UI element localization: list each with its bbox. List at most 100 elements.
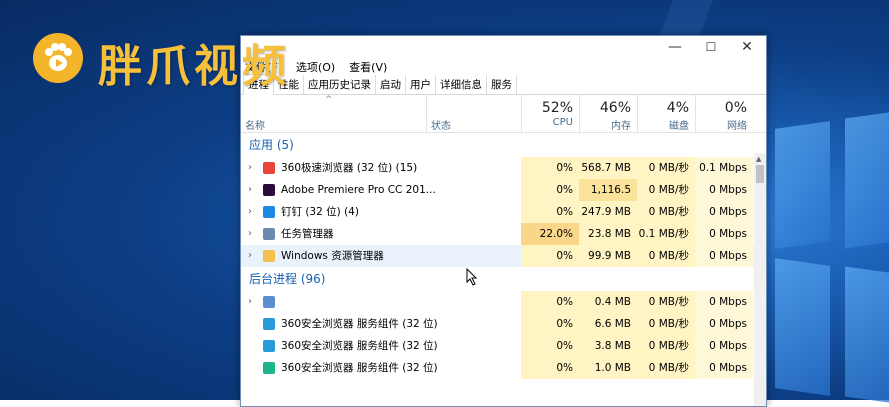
column-name[interactable]: 名称	[241, 95, 427, 132]
cpu-value: 0%	[521, 291, 579, 313]
memory-value: 23.8 MB	[579, 223, 637, 245]
process-name: 360安全浏览器 服务组件 (32 位)	[281, 362, 438, 374]
group-background-label: 后台进程 (96)	[249, 272, 326, 286]
process-name-cell: ›	[241, 291, 521, 313]
expand-chevron-icon[interactable]: ›	[248, 223, 252, 245]
column-network[interactable]: 0% 网络	[695, 95, 753, 132]
task-manager-icon	[263, 228, 275, 240]
memory-value: 0.4 MB	[579, 291, 637, 313]
process-row[interactable]: › Windows 资源管理器 0% 99.9 MB 0 MB/秒 0 Mbps	[241, 245, 766, 267]
tab-app-history[interactable]: 应用历史记录	[304, 75, 376, 94]
disk-value: 0 MB/秒	[637, 179, 695, 201]
process-row[interactable]: › 钉钉 (32 位) (4) 0% 247.9 MB 0 MB/秒 0 Mbps	[241, 201, 766, 223]
dingtalk-icon	[263, 206, 275, 218]
scroll-thumb[interactable]	[756, 165, 764, 183]
memory-value: 1.0 MB	[579, 357, 637, 379]
tab-bar: 进程 性能 应用历史记录 启动 用户 详细信息 服务	[241, 74, 766, 95]
tab-startup[interactable]: 启动	[376, 75, 406, 94]
process-row[interactable]: 360安全浏览器 服务组件 (32 位) 0% 1.0 MB 0 MB/秒 0 Mbps	[241, 357, 766, 379]
process-row[interactable]: › 360极速浏览器 (32 位) (15) 0% 568.7 MB 0 MB/秒 0.1…	[241, 157, 766, 179]
group-apps[interactable]: 应用 (5)	[241, 133, 766, 157]
process-row[interactable]: 360安全浏览器 服务组件 (32 位) 0% 3.8 MB 0 MB/秒 0 Mbps	[241, 335, 766, 357]
windows-logo-pane	[845, 266, 889, 404]
column-header: ^ 名称 状态 52% CPU 46% 内存 4% 磁盘 0% 网络	[241, 95, 766, 133]
column-status[interactable]: 状态	[426, 95, 522, 132]
cpu-value: 0%	[521, 179, 579, 201]
cpu-value: 22.0%	[521, 223, 579, 245]
disk-value: 0 MB/秒	[637, 357, 695, 379]
mouse-cursor-icon	[466, 268, 478, 286]
disk-value: 0 MB/秒	[637, 201, 695, 223]
cpu-value: 0%	[521, 157, 579, 179]
process-name-cell: › Windows 资源管理器	[241, 245, 521, 267]
network-value: 0 Mbps	[695, 335, 753, 357]
memory-value: 6.6 MB	[579, 313, 637, 335]
process-name: 任务管理器	[281, 228, 334, 240]
process-list: 应用 (5) › 360极速浏览器 (32 位) (15) 0% 568.7 MB 0 …	[241, 133, 766, 379]
network-value: 0 Mbps	[695, 223, 753, 245]
maximize-button[interactable]: ☐	[693, 36, 729, 58]
process-name: 360安全浏览器 服务组件 (32 位)	[281, 340, 438, 352]
minimize-button[interactable]: —	[657, 36, 693, 58]
cpu-total: 52%	[541, 100, 573, 116]
memory-value: 99.9 MB	[579, 245, 637, 267]
cpu-label: CPU	[552, 117, 573, 128]
column-disk[interactable]: 4% 磁盘	[637, 95, 696, 132]
expand-chevron-icon[interactable]: ›	[248, 245, 252, 267]
expand-chevron-icon[interactable]: ›	[248, 157, 252, 179]
task-manager-window: — ☐ ✕ 文件(F) 选项(O) 查看(V) 进程 性能 应用历史记录 启动 …	[240, 35, 767, 407]
process-name: 360安全浏览器 服务组件 (32 位)	[281, 318, 438, 330]
premiere-icon	[263, 184, 275, 196]
cpu-value: 0%	[521, 245, 579, 267]
memory-value: 247.9 MB	[579, 201, 637, 223]
tab-details[interactable]: 详细信息	[436, 75, 487, 94]
expand-chevron-icon[interactable]: ›	[248, 291, 252, 313]
menu-options[interactable]: 选项(O)	[296, 59, 335, 75]
vertical-scrollbar[interactable]: ▲	[754, 153, 766, 406]
memory-value: 568.7 MB	[579, 157, 637, 179]
360-safe-icon	[263, 362, 275, 374]
network-label: 网络	[727, 121, 747, 132]
process-row[interactable]: › 任务管理器 22.0% 23.8 MB 0.1 MB/秒 0 Mbps	[241, 223, 766, 245]
tab-services[interactable]: 服务	[487, 75, 517, 94]
process-name-cell: 360安全浏览器 服务组件 (32 位)	[241, 313, 521, 335]
windows-logo-pane	[775, 258, 830, 396]
menu-view[interactable]: 查看(V)	[349, 59, 387, 75]
process-name-cell: 360安全浏览器 服务组件 (32 位)	[241, 335, 521, 357]
process-row[interactable]: › Adobe Premiere Pro CC 201... 0%1,116.5 .…	[241, 179, 766, 218]
process-name-cell: › 任务管理器	[241, 223, 521, 245]
cpu-value: 0%	[521, 335, 579, 357]
brand-watermark: 胖爪视频	[98, 41, 290, 92]
expand-chevron-icon[interactable]: ›	[248, 179, 252, 201]
process-name: 钉钉 (32 位) (4)	[281, 206, 359, 218]
title-bar[interactable]: — ☐ ✕	[241, 36, 766, 58]
close-button[interactable]: ✕	[729, 36, 765, 58]
cpu-value: 0%	[521, 357, 579, 379]
process-row[interactable]: 360安全浏览器 服务组件 (32 位) 0% 6.6 MB 0 MB/秒 0 Mbps	[241, 313, 766, 335]
memory-value: 1,116.5 ...	[579, 179, 637, 218]
column-status-label: 状态	[431, 121, 451, 132]
column-memory[interactable]: 46% 内存	[579, 95, 638, 132]
network-value: 0.1 Mbps	[695, 157, 753, 179]
process-row[interactable]: › 0% 0.4 MB 0 MB/秒 0 Mbps	[241, 291, 766, 313]
tab-users[interactable]: 用户	[406, 75, 436, 94]
expand-chevron-icon[interactable]: ›	[248, 201, 252, 223]
menu-bar: 文件(F) 选项(O) 查看(V)	[241, 58, 766, 76]
group-background[interactable]: 后台进程 (96)	[241, 267, 766, 291]
process-name: 360极速浏览器 (32 位) (15)	[281, 162, 418, 174]
column-cpu[interactable]: 52% CPU	[521, 95, 580, 132]
paw-logo-icon	[33, 33, 83, 83]
360-safe-icon	[263, 318, 275, 330]
network-value: 0 Mbps	[695, 313, 753, 335]
process-name-cell: 360安全浏览器 服务组件 (32 位)	[241, 357, 521, 379]
memory-label: 内存	[611, 121, 631, 132]
scroll-up-icon[interactable]: ▲	[756, 155, 761, 163]
disk-value: 0.1 MB/秒	[637, 223, 695, 245]
memory-value: 3.8 MB	[579, 335, 637, 357]
network-total: 0%	[724, 100, 747, 116]
disk-value: 0 MB/秒	[637, 245, 695, 267]
folder-icon	[263, 250, 275, 262]
disk-value: 0 MB/秒	[637, 157, 695, 179]
disk-label: 磁盘	[669, 121, 689, 132]
chrome-360-icon	[263, 162, 275, 174]
